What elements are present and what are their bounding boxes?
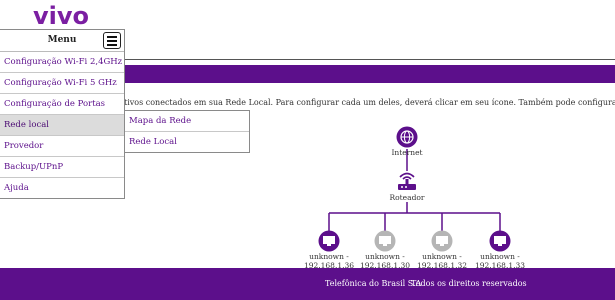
header-divider xyxy=(124,59,615,60)
vivo-logo: vivo xyxy=(33,2,90,30)
menu-title: Menu xyxy=(47,35,77,45)
footer-company: Telefônica do Brasil S.A xyxy=(325,279,422,288)
device-4-monitor-icon[interactable] xyxy=(489,230,511,252)
device-1-name: unknown - xyxy=(309,252,349,261)
intro-text: tivos conectados em sua Rede Local. Para… xyxy=(124,98,615,107)
internet-label: Internet xyxy=(391,148,423,157)
device-2-name: unknown - xyxy=(365,252,405,261)
menu-item-wifi-5[interactable]: Configuração Wi-Fi 5 GHz xyxy=(0,73,124,94)
submenu-item-network-map[interactable]: Mapa da Rede xyxy=(125,111,249,132)
submenu-item-local-network[interactable]: Rede Local xyxy=(125,132,249,152)
device-3-name: unknown - xyxy=(422,252,462,261)
menu-header: Menu xyxy=(0,30,124,52)
globe-icon[interactable] xyxy=(396,126,418,148)
hamburger-icon[interactable] xyxy=(103,32,121,49)
local-network-submenu: Mapa da Rede Rede Local xyxy=(124,110,250,153)
side-menu: Menu Configuração Wi-Fi 2,4GHz Configura… xyxy=(0,29,125,199)
menu-item-local-network[interactable]: Rede local xyxy=(0,115,124,136)
device-3-monitor-icon[interactable] xyxy=(431,230,453,252)
device-4-name: unknown - xyxy=(480,252,520,261)
menu-item-ports[interactable]: Configuração de Portas xyxy=(0,94,124,115)
menu-item-help[interactable]: Ajuda xyxy=(0,178,124,198)
page-header-bar xyxy=(124,65,615,83)
router-label: Roteador xyxy=(389,193,425,202)
device-1-monitor-icon[interactable] xyxy=(318,230,340,252)
footer-rights: Todos os direitos reservados xyxy=(411,279,527,288)
device-2-monitor-icon[interactable] xyxy=(374,230,396,252)
menu-item-backup-upnp[interactable]: Backup/UPnP xyxy=(0,157,124,178)
menu-item-wifi-24[interactable]: Configuração Wi-Fi 2,4GHz xyxy=(0,52,124,73)
router-icon[interactable] xyxy=(396,170,418,192)
menu-item-provider[interactable]: Provedor xyxy=(0,136,124,157)
footer-bar: Telefônica do Brasil S.A Todos os direit… xyxy=(0,268,615,300)
